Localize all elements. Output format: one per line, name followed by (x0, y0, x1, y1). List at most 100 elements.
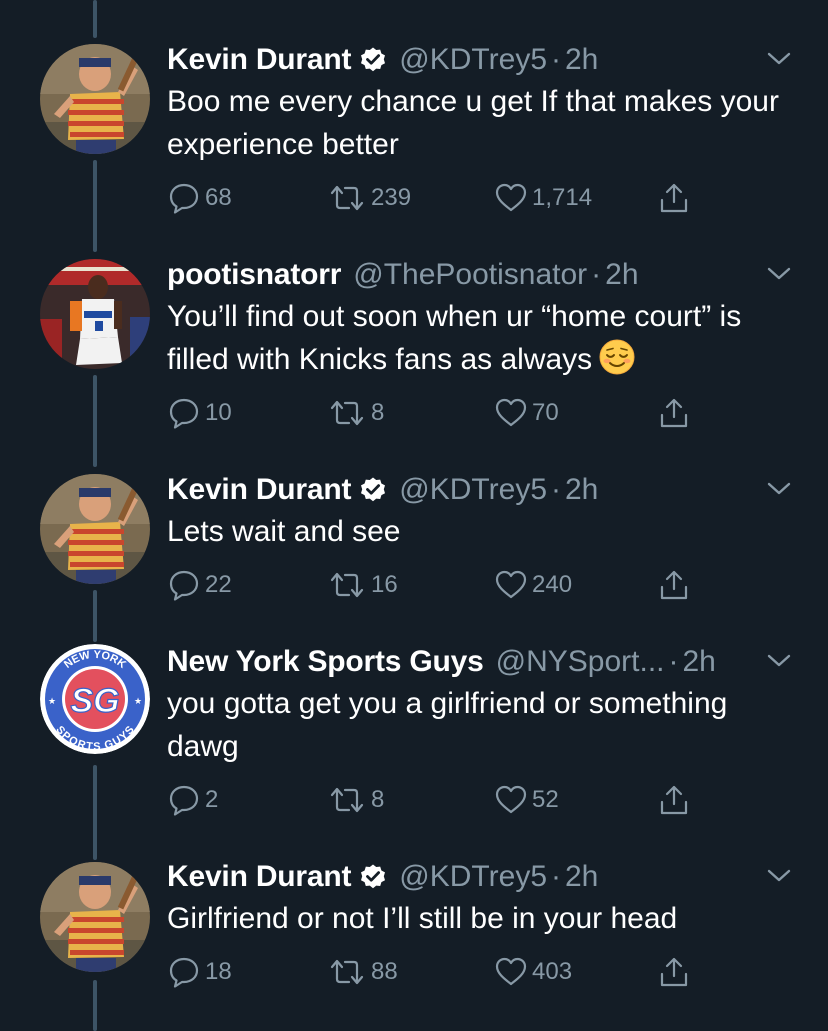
knicks-player-avatar (40, 259, 150, 369)
share-icon (660, 398, 688, 428)
heart-icon (495, 957, 527, 986)
separator: · (551, 43, 561, 76)
separator: · (668, 645, 679, 678)
tweet-header: pootisnatorr @ThePootisnator · 2h (167, 255, 639, 295)
tweet-actions: 18 88 403 (167, 955, 727, 991)
avatar[interactable] (40, 474, 150, 584)
author-name[interactable]: Kevin Durant (167, 473, 351, 507)
share-button[interactable] (657, 568, 691, 602)
reply-button[interactable]: 68 (167, 181, 232, 215)
chevron-down-icon[interactable] (766, 480, 792, 498)
author-handle[interactable]: @NYSport... (496, 645, 665, 679)
tweet-actions: 22 16 240 (167, 568, 727, 604)
share-icon (660, 957, 688, 987)
author-handle[interactable]: @KDTrey5 (399, 43, 547, 77)
retweet-button[interactable]: 239 (327, 181, 411, 215)
heart-icon (495, 183, 527, 212)
like-count: 52 (532, 786, 559, 813)
tweet-header: Kevin Durant @KDTrey5 · 2h (167, 470, 598, 510)
thread-line (93, 765, 97, 860)
timestamp[interactable]: 2h (683, 645, 716, 679)
timestamp[interactable]: 2h (565, 473, 598, 507)
retweet-button[interactable]: 8 (327, 783, 384, 817)
verified-badge-icon (361, 477, 386, 502)
timestamp[interactable]: 2h (565, 43, 598, 77)
retweet-count: 239 (371, 184, 412, 211)
avatar[interactable] (40, 259, 150, 369)
reply-button[interactable]: 10 (167, 396, 232, 430)
baseball-player-avatar (40, 44, 150, 154)
tweet-header: New York Sports Guys @NYSport... · 2h (167, 642, 716, 682)
retweet-icon (330, 787, 364, 813)
author-name[interactable]: New York Sports Guys (167, 645, 484, 679)
author-name[interactable]: pootisnatorr (167, 258, 341, 292)
chevron-down-icon[interactable] (766, 50, 792, 68)
heart-icon (495, 570, 527, 599)
reply-count: 18 (205, 958, 232, 985)
share-button[interactable] (657, 955, 691, 989)
author-handle[interactable]: @ThePootisnator (353, 258, 587, 292)
separator: · (551, 473, 561, 506)
timestamp[interactable]: 2h (565, 860, 598, 894)
retweet-count: 8 (371, 399, 385, 426)
reply-button[interactable]: 18 (167, 955, 232, 989)
avatar[interactable] (40, 862, 150, 972)
thread-line (93, 160, 97, 252)
avatar[interactable]: NEW YORK SPORTS GUYS SG ★ ★ (40, 644, 150, 754)
reply-count: 10 (205, 399, 232, 426)
svg-text:★: ★ (134, 697, 142, 707)
author-handle[interactable]: @KDTrey5 (399, 473, 547, 507)
reply-icon (169, 183, 199, 214)
share-button[interactable] (657, 181, 691, 215)
author-name[interactable]: Kevin Durant (167, 43, 351, 77)
like-button[interactable]: 403 (494, 955, 572, 989)
separator: · (551, 860, 561, 893)
tweet-text-content: You’ll find out soon when ur “home court… (167, 300, 742, 376)
tweet-text: You’ll find out soon when ur “home court… (167, 295, 797, 381)
like-button[interactable]: 70 (494, 396, 559, 430)
verified-badge-icon (361, 864, 386, 889)
retweet-count: 88 (371, 958, 398, 985)
retweet-icon (330, 959, 364, 985)
retweet-count: 16 (371, 571, 398, 598)
author-name[interactable]: Kevin Durant (167, 860, 351, 894)
like-button[interactable]: 1,714 (494, 181, 592, 215)
reply-button[interactable]: 22 (167, 568, 232, 602)
chevron-down-icon[interactable] (766, 652, 792, 670)
retweet-icon (330, 572, 364, 598)
share-icon (660, 570, 688, 600)
like-count: 1,714 (532, 184, 593, 211)
verified-badge-icon (361, 47, 386, 72)
retweet-button[interactable]: 8 (327, 396, 384, 430)
like-button[interactable]: 240 (494, 568, 572, 602)
chevron-down-icon[interactable] (766, 265, 792, 283)
reply-icon (169, 957, 199, 988)
thread-line (93, 375, 97, 467)
avatar[interactable] (40, 44, 150, 154)
ny-sports-guys-logo: NEW YORK SPORTS GUYS SG ★ ★ (40, 644, 150, 754)
tweet-text: Boo me every chance u get If that makes … (167, 85, 779, 161)
timestamp[interactable]: 2h (605, 258, 638, 292)
tweet-actions: 2 8 52 (167, 783, 727, 819)
reply-button[interactable]: 2 (167, 783, 218, 817)
relieved-face-emoji-icon (599, 339, 635, 375)
like-button[interactable]: 52 (494, 783, 559, 817)
author-handle[interactable]: @KDTrey5 (399, 860, 547, 894)
heart-icon (495, 785, 527, 814)
retweet-button[interactable]: 88 (327, 955, 398, 989)
reply-count: 2 (205, 786, 219, 813)
tweet-text: Lets wait and see (167, 515, 401, 548)
reply-icon (169, 570, 199, 601)
heart-icon (495, 398, 527, 427)
retweet-icon (330, 185, 364, 211)
reply-icon (169, 785, 199, 816)
retweet-button[interactable]: 16 (327, 568, 398, 602)
thread-line (93, 0, 97, 38)
svg-text:★: ★ (48, 697, 56, 707)
reply-count: 68 (205, 184, 232, 211)
chevron-down-icon[interactable] (766, 867, 792, 885)
share-button[interactable] (657, 396, 691, 430)
share-button[interactable] (657, 783, 691, 817)
separator: · (591, 258, 602, 291)
retweet-count: 8 (371, 786, 385, 813)
